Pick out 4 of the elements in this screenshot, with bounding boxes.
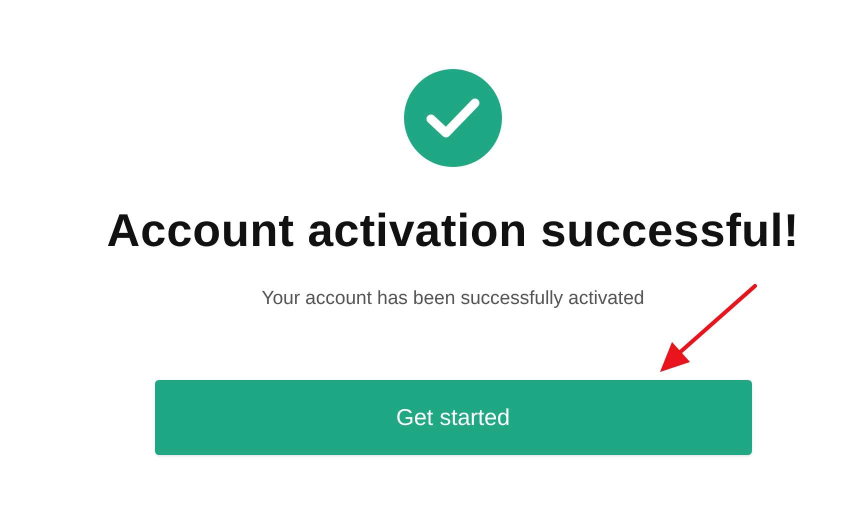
- check-circle-icon: [404, 69, 502, 167]
- page-title: Account activation successful!: [106, 203, 800, 258]
- success-message: Your account has been successfully activated: [262, 287, 644, 311]
- get-started-button[interactable]: Get started: [154, 380, 752, 454]
